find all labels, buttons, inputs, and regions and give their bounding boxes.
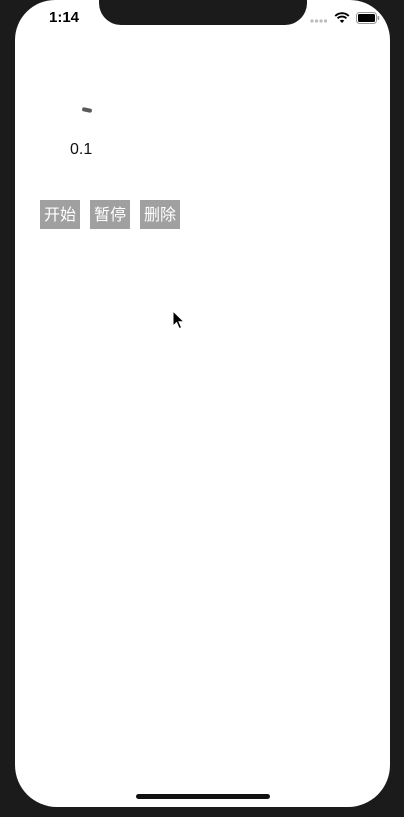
status-icons: [310, 10, 380, 26]
progress-value-label: 0.1: [70, 141, 93, 158]
control-buttons: 开始 暂停 删除: [40, 200, 180, 229]
device-notch: [99, 0, 307, 25]
battery-icon: [356, 12, 380, 24]
pause-button[interactable]: 暂停: [90, 200, 130, 229]
signal-icon: [310, 19, 328, 23]
start-button[interactable]: 开始: [40, 200, 80, 229]
phone-frame: 0.1 开始 暂停 删除 1:14: [0, 0, 404, 817]
home-indicator: [136, 794, 270, 799]
app-screen: 0.1 开始 暂停 删除: [15, 0, 390, 807]
delete-button[interactable]: 删除: [140, 200, 180, 229]
mouse-pointer-icon: [172, 310, 186, 330]
status-time: 1:14: [48, 9, 80, 26]
progress-spinner-icon: [81, 107, 93, 113]
wifi-icon: [334, 12, 350, 23]
